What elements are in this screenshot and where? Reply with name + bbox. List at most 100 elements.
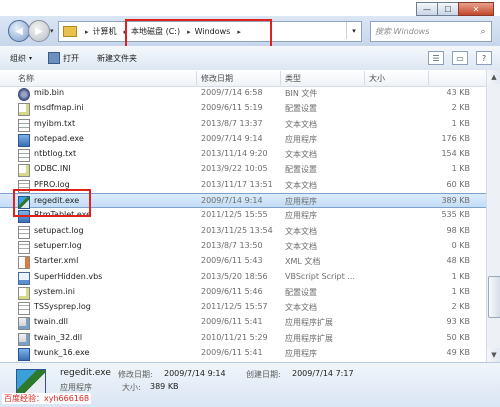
file-name: SuperHidden.vbs [34,271,103,281]
file-type: 文本文档 [285,303,317,313]
breadcrumb-computer[interactable]: 计算机 [93,26,117,37]
chevron-up-icon: ▲ [491,73,497,81]
minimize-button[interactable]: — [416,2,438,16]
file-name: system.ini [34,286,75,296]
address-history-dropdown[interactable]: ▾ [346,22,361,39]
file-size: 1 KB [451,164,470,174]
table-row[interactable]: mib.bin 2009/7/14 6:58 BIN 文件 43 KB [0,86,486,101]
exe-file-icon [18,348,30,362]
file-date: 2013/9/22 10:05 [201,164,268,174]
chevron-down-icon: ▼ [491,351,497,359]
file-name: notepad.exe [34,133,84,143]
table-row[interactable]: ntbtlog.txt 2013/11/14 9:20 文本文档 154 KB [0,147,486,163]
file-date: 2013/8/7 13:37 [201,118,263,128]
table-row[interactable]: msdfmap.ini 2009/6/11 5:19 配置设置 2 KB [0,101,486,117]
file-size: 43 KB [446,88,470,97]
file-size: 389 KB [441,196,470,206]
help-icon[interactable]: ? [476,51,492,65]
file-size: 0 KB [451,240,470,250]
search-icon[interactable]: ⌕ [475,27,491,37]
file-type: 应用程序 [285,134,317,144]
file-name: twain.dll [34,317,68,327]
file-size: 50 KB [446,332,470,342]
column-size[interactable]: 大小 [369,73,385,84]
close-button[interactable]: ✕ [458,2,494,16]
table-row[interactable]: twain_32.dll 2010/11/21 5:29 应用程序扩展 50 KB [0,331,486,346]
file-type: XML 文档 [285,257,321,267]
new-folder-button[interactable]: 新建文件夹 [97,53,137,64]
text-file-icon [18,149,30,163]
table-row[interactable]: notepad.exe 2009/7/14 9:14 应用程序 176 KB [0,132,486,147]
table-row[interactable]: Starter.xml 2009/6/11 5:43 XML 文档 48 KB [0,254,486,270]
column-divider[interactable] [280,71,281,85]
file-size: 1 KB [451,286,470,296]
column-type[interactable]: 类型 [285,73,301,84]
column-divider[interactable] [364,71,365,85]
scroll-up-button[interactable]: ▲ [487,70,500,84]
file-date: 2009/6/11 5:41 [201,348,263,358]
file-name: msdfmap.ini [34,103,84,113]
command-bar: 组织 ▾ 打开 新建文件夹 ☰ ▭ ? [0,46,500,71]
details-file-name: regedit.exe [60,368,111,378]
file-type: 应用程序 [285,349,317,359]
file-type: 应用程序 [285,211,317,221]
forward-button[interactable]: ▶ [28,20,50,42]
maximize-button[interactable]: ☐ [437,2,459,16]
file-date: 2011/12/5 15:57 [201,302,268,312]
column-divider[interactable] [196,71,197,85]
recent-pages-dropdown[interactable]: ▾ [50,27,54,35]
file-type: 文本文档 [285,226,317,236]
table-row[interactable]: twain.dll 2009/6/11 5:41 应用程序扩展 93 KB [0,315,486,331]
table-row[interactable]: ODBC.INI 2013/9/22 10:05 配置设置 1 KB [0,162,486,178]
column-divider[interactable] [428,71,429,85]
ini-file-icon [18,286,30,300]
text-file-icon [18,118,30,132]
log-file-icon [18,302,30,316]
open-label: 打开 [63,53,80,63]
file-size: 1 KB [451,271,470,281]
search-input[interactable]: 搜索 Windows ⌕ [370,21,492,42]
table-row[interactable]: twunk_16.exe 2009/6/11 5:41 应用程序 49 KB [0,346,486,362]
folder-icon [63,26,77,37]
exe-file-icon [18,133,30,147]
organize-button[interactable]: 组织 ▾ [10,53,32,64]
table-row[interactable]: setuperr.log 2013/8/7 13:50 文本文档 0 KB [0,239,486,254]
file-name: setupact.log [34,225,84,235]
file-size: 93 KB [446,317,470,327]
xml-file-icon [18,256,30,270]
file-date: 2009/6/11 5:19 [201,103,263,113]
table-row[interactable]: myibm.txt 2013/8/7 13:37 文本文档 1 KB [0,117,486,132]
back-button[interactable]: ◀ [8,20,30,42]
view-options-icon[interactable]: ☰ [428,51,444,65]
chevron-down-icon: ▾ [352,26,356,35]
column-name[interactable]: 名称 [18,73,34,84]
preview-pane-icon[interactable]: ▭ [452,51,468,65]
scroll-down-button[interactable]: ▼ [487,348,500,362]
file-type: 文本文档 [285,119,317,129]
chevron-down-icon: ▾ [29,54,33,62]
table-row[interactable]: system.ini 2009/6/11 5:46 配置设置 1 KB [0,285,486,300]
file-rows: mib.bin 2009/7/14 6:58 BIN 文件 43 KB msdfmap.… [0,86,486,362]
breadcrumb-separator[interactable]: ▸ [85,28,89,36]
table-row[interactable]: TSSysprep.log 2011/12/5 15:57 文本文档 2 KB [0,300,486,316]
open-button[interactable]: 打开 [48,52,79,64]
table-row[interactable]: SuperHidden.vbs 2013/5/20 18:56 VBScript S… [0,270,486,285]
file-date: 2013/11/25 13:54 [201,225,273,235]
bin-file-icon [18,88,30,101]
file-type: 配置设置 [285,287,317,297]
file-name: myibm.txt [34,118,76,128]
file-type: 应用程序扩展 [285,318,333,328]
file-date: 2010/11/21 5:29 [201,332,268,342]
organize-label: 组织 [10,53,26,63]
scroll-thumb[interactable] [488,276,500,318]
vertical-scrollbar[interactable]: ▲ ▼ [486,70,500,362]
column-date[interactable]: 修改日期 [201,73,233,84]
file-type: 文本文档 [285,241,317,251]
chevron-down-icon: ▾ [50,27,54,35]
table-row[interactable]: setupact.log 2013/11/25 13:54 文本文档 98 KB [0,224,486,239]
window-controls: — ☐ ✕ [416,2,494,16]
file-date: 2013/5/20 18:56 [201,271,268,281]
file-name: twain_32.dll [34,332,83,342]
details-modified-value: 2009/7/14 9:14 [164,369,226,378]
dll-file-icon [18,332,30,346]
